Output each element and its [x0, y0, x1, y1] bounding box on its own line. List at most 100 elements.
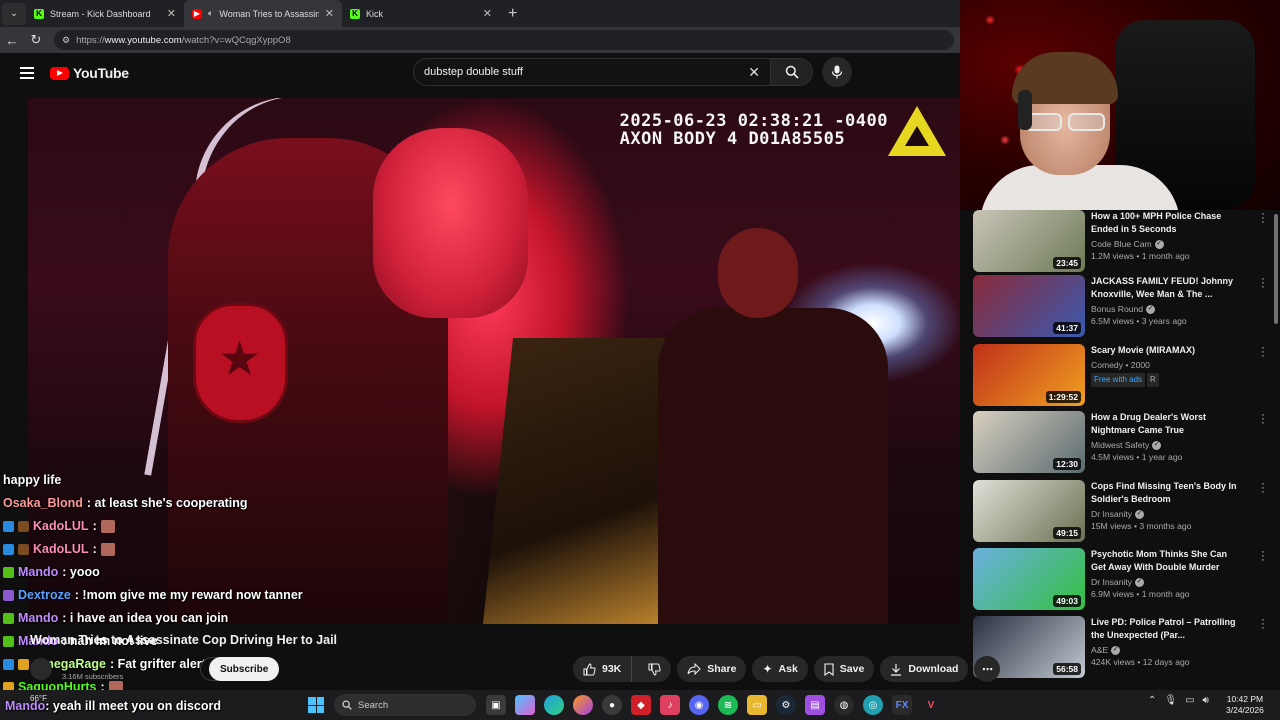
close-tab-icon[interactable]: ✕: [325, 7, 334, 20]
clear-search-icon[interactable]: ✕: [748, 64, 760, 81]
video-thumbnail[interactable]: 41:37: [973, 275, 1085, 337]
chat-app-icon[interactable]: ◎: [863, 695, 883, 715]
channel-name[interactable]: Dr Insanity ✓: [1091, 508, 1241, 520]
microphone-tray-icon[interactable]: 🎙︎: [1164, 695, 1177, 706]
app-icon[interactable]: ◍: [834, 695, 854, 715]
subscribe-button[interactable]: Subscribe: [209, 657, 280, 681]
recommendation-title[interactable]: JACKASS FAMILY FEUD! Johnny Knoxville, W…: [1091, 275, 1241, 301]
more-actions-icon[interactable]: ⋯: [974, 656, 1001, 682]
channel-name[interactable]: Midwest Safety ✓: [1091, 439, 1241, 451]
tab-label: Woman Tries to Assassinate C: [219, 8, 319, 19]
browser-tab-youtube-video[interactable]: ▶ 🔈︎ Woman Tries to Assassinate C ✕: [184, 0, 342, 27]
dislike-button[interactable]: [638, 656, 671, 682]
recommendation-item[interactable]: 56:58 Live PD: Police Patrol – Patrolling…: [973, 615, 1273, 680]
chat-username[interactable]: Dextroze: [18, 584, 71, 607]
chat-username[interactable]: Osaka_Blond: [3, 492, 83, 515]
channel-name[interactable]: Code Blue Cam ✓: [1091, 238, 1241, 250]
monitor-icon[interactable]: ▭: [1185, 695, 1194, 706]
close-tab-icon[interactable]: ✕: [483, 7, 492, 20]
browser-tab-kick-dashboard[interactable]: K Stream - Kick Dashboard ✕: [26, 0, 184, 27]
game-launcher-icon[interactable]: ▤: [805, 695, 825, 715]
close-tab-icon[interactable]: ✕: [167, 7, 176, 20]
more-options-icon[interactable]: · · ·: [1259, 615, 1267, 634]
more-options-icon[interactable]: · · ·: [1259, 410, 1267, 429]
spotify-icon[interactable]: ≋: [718, 695, 738, 715]
more-options-icon[interactable]: · · ·: [1259, 274, 1267, 293]
recommendation-item[interactable]: 49:15 Cops Find Missing Teen's Body In So…: [973, 479, 1273, 544]
recommendation-item[interactable]: 41:37 JACKASS FAMILY FEUD! Johnny Knoxvil…: [973, 274, 1273, 339]
discord-icon[interactable]: ◉: [689, 695, 709, 715]
file-explorer-icon[interactable]: ▭: [747, 695, 767, 715]
taskbar-clock[interactable]: 10:42 PM 3/24/2026: [1226, 694, 1264, 716]
video-thumbnail[interactable]: 12:30: [973, 411, 1085, 473]
channel-avatar[interactable]: [30, 658, 52, 680]
firefox-icon[interactable]: [573, 695, 593, 715]
site-info-icon[interactable]: ⚙: [62, 35, 70, 46]
hamburger-menu-icon[interactable]: [20, 67, 34, 79]
like-button[interactable]: 93K: [573, 656, 633, 682]
music-icon[interactable]: ♪: [660, 695, 680, 715]
badge-row: Free with ads R: [1091, 371, 1241, 387]
tab-search-button[interactable]: ⌄: [2, 2, 26, 25]
copilot-icon[interactable]: [515, 695, 535, 715]
task-view-icon[interactable]: ▣: [486, 695, 506, 715]
chat-username[interactable]: Mando: [18, 561, 58, 584]
taskbar-search-input[interactable]: Search: [334, 694, 476, 716]
voice-search-button[interactable]: [822, 57, 852, 87]
download-button[interactable]: Download: [880, 656, 969, 682]
second-officer: [658, 308, 888, 624]
recommendation-title[interactable]: How a Drug Dealer's Worst Nightmare Came…: [1091, 411, 1241, 437]
search-input[interactable]: dubstep double stuff ✕: [413, 58, 771, 86]
more-options-icon[interactable]: · · ·: [1259, 343, 1267, 362]
steam-icon[interactable]: ⚙: [776, 695, 796, 715]
channel-name[interactable]: Dr Insanity ✓: [1091, 576, 1241, 588]
recommendation-item[interactable]: 23:45 How a 100+ MPH Police Chase Ended i…: [973, 210, 1273, 274]
edge-browser-icon[interactable]: [544, 695, 564, 715]
chat-username[interactable]: KadoLUL: [33, 538, 89, 561]
url-field[interactable]: ⚙ https://www.youtube.com/watch?v=wQCqgX…: [54, 30, 954, 50]
obs-icon[interactable]: ●: [602, 695, 622, 715]
streamdeck-icon[interactable]: ◆: [631, 695, 651, 715]
windows-start-icon[interactable]: [308, 697, 324, 713]
reload-icon[interactable]: ↻: [24, 32, 48, 48]
sidebar-scrollbar[interactable]: [1274, 214, 1278, 324]
video-thumbnail[interactable]: 49:15: [973, 480, 1085, 542]
recommendation-info: Live PD: Police Patrol – Patrolling the …: [1091, 616, 1241, 680]
recommendation-title[interactable]: Scary Movie (MIRAMAX): [1091, 344, 1241, 357]
more-options-icon[interactable]: · · ·: [1259, 547, 1267, 566]
more-options-icon[interactable]: · · ·: [1259, 479, 1267, 498]
valorant-icon[interactable]: V: [921, 695, 941, 715]
more-options-icon[interactable]: · · ·: [1259, 210, 1267, 228]
channel-name[interactable]: Comedy • 2000: [1091, 359, 1241, 371]
recommendation-title[interactable]: How a 100+ MPH Police Chase Ended in 5 S…: [1091, 210, 1241, 236]
chevron-up-icon[interactable]: ⌃: [1148, 695, 1156, 706]
back-arrow-icon[interactable]: ←: [0, 33, 24, 48]
speaker-icon[interactable]: 🔈︎: [208, 8, 213, 19]
recommendation-title[interactable]: Live PD: Police Patrol – Patrolling the …: [1091, 616, 1241, 642]
chat-emote-icon: [100, 520, 115, 533]
recommendation-title[interactable]: Cops Find Missing Teen's Body In Soldier…: [1091, 480, 1241, 506]
ask-button[interactable]: ✦ Ask: [752, 656, 808, 682]
fx-app-icon[interactable]: FX: [892, 695, 912, 715]
video-thumbnail[interactable]: 1:29:52: [973, 344, 1085, 406]
chat-username[interactable]: Mando: [18, 607, 58, 630]
youtube-logo[interactable]: YouTube: [50, 65, 129, 81]
chat-username[interactable]: KadoLUL: [33, 515, 89, 538]
browser-tab-kick[interactable]: K Kick ✕: [342, 0, 500, 27]
save-button[interactable]: Save: [813, 656, 875, 682]
video-thumbnail[interactable]: 23:45: [973, 210, 1085, 272]
recommendation-item[interactable]: 49:03 Psychotic Mom Thinks She Can Get Aw…: [973, 547, 1273, 612]
microphone-icon: [831, 65, 843, 79]
channel-name[interactable]: A&E ✓: [1091, 644, 1241, 656]
recommendation-info: How a 100+ MPH Police Chase Ended in 5 S…: [1091, 210, 1241, 274]
new-tab-plus-icon[interactable]: +: [508, 5, 517, 23]
channel-name[interactable]: Bonus Round ✓: [1091, 303, 1241, 315]
recommendation-item[interactable]: 12:30 How a Drug Dealer's Worst Nightmare…: [973, 410, 1273, 475]
volume-icon[interactable]: 🔊︎: [1203, 695, 1209, 706]
recommendation-title[interactable]: Psychotic Mom Thinks She Can Get Away Wi…: [1091, 548, 1241, 574]
share-button[interactable]: Share: [677, 656, 747, 682]
search-button[interactable]: [771, 58, 813, 86]
video-thumbnail[interactable]: 49:03: [973, 548, 1085, 610]
recommendation-item[interactable]: 1:29:52 Scary Movie (MIRAMAX) Comedy • 200…: [973, 343, 1273, 408]
chat-badge-icon: [18, 659, 29, 670]
